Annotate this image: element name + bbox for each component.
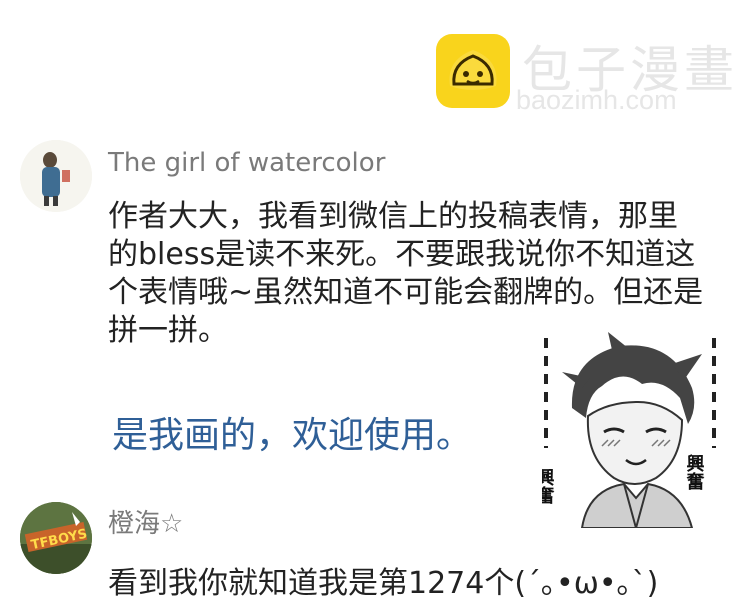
comment-line: 作者大大，我看到微信上的投稿表情，那里: [108, 199, 678, 234]
baozi-logo-icon: [436, 34, 510, 108]
comment-line: 个表情哦~虽然知道不可能会翻牌的。但还是: [108, 275, 704, 310]
comment-body: 看到我你就知道我是第1274个(´｡•ω•｡`): [108, 566, 659, 601]
avatar[interactable]: TFBOYS: [20, 502, 92, 574]
sfx-right-text: 興奮: [684, 453, 705, 490]
comment-line: 的bless是读不来死。不要跟我说你不知道这: [108, 237, 696, 272]
watermark-domain: baozimh.com: [516, 85, 677, 115]
sfx-left-text: 興奮: [542, 467, 555, 504]
manga-sticker-image: 興奮 興奮: [542, 328, 718, 528]
author-reply: 是我画的，欢迎使用。: [112, 415, 473, 456]
comment-username[interactable]: The girl of watercolor: [108, 148, 385, 178]
comment-username[interactable]: 橙海☆: [108, 503, 183, 540]
avatar[interactable]: [20, 140, 92, 212]
